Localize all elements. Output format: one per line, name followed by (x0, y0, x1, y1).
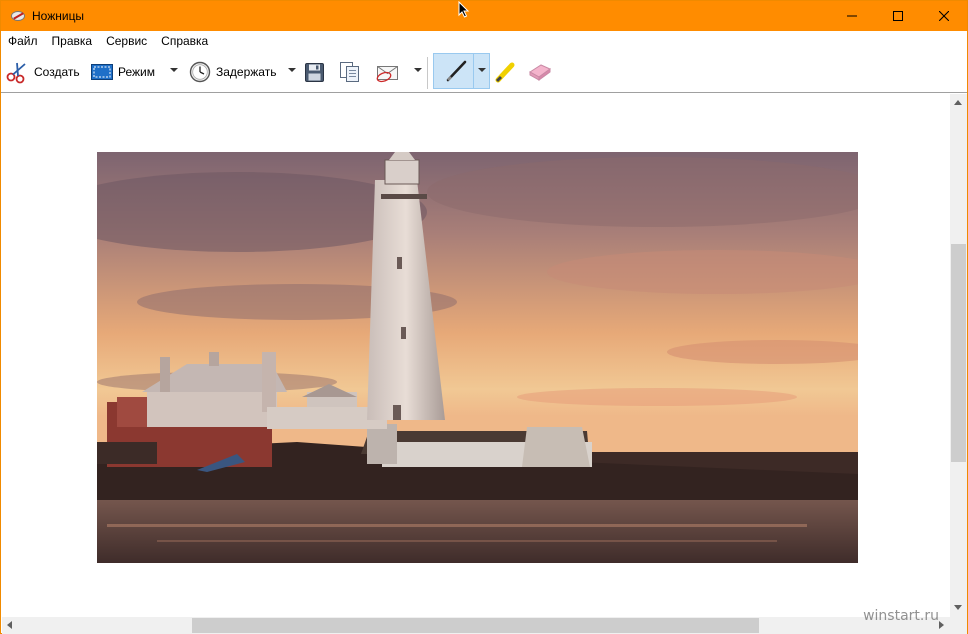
watermark: winstart.ru (863, 608, 939, 624)
horizontal-scroll-thumb[interactable] (192, 618, 759, 633)
close-button[interactable] (921, 1, 967, 31)
delay-label: Задержать (216, 65, 277, 79)
menu-tools[interactable]: Сервис (99, 31, 154, 51)
canvas-area[interactable] (2, 94, 950, 617)
scroll-right-arrow[interactable] (939, 621, 944, 629)
scrollbar-corner (950, 617, 967, 634)
maximize-button[interactable] (875, 1, 921, 31)
mode-dropdown-arrow[interactable] (170, 68, 178, 72)
mode-label: Режим (118, 65, 155, 79)
create-label: Создать (34, 65, 80, 79)
menu-help[interactable]: Справка (154, 31, 215, 51)
horizontal-scrollbar[interactable] (2, 617, 950, 634)
floppy-disk-icon (305, 62, 324, 82)
copy-button[interactable] (339, 57, 361, 87)
envelope-icon (376, 66, 398, 83)
create-button[interactable]: Создать (5, 57, 80, 87)
minimize-button[interactable] (829, 1, 875, 31)
eraser-button[interactable] (527, 57, 553, 87)
scroll-left-arrow[interactable] (7, 621, 12, 629)
maximize-icon (893, 11, 903, 21)
vertical-scrollbar[interactable] (950, 94, 967, 617)
lighthouse-at-sunset-photo (97, 152, 858, 563)
pen-dropdown-arrow[interactable] (478, 68, 486, 72)
snipping-tool-window: Ножницы Файл Правка Сервис Справка Созда… (0, 0, 968, 634)
vertical-scroll-thumb[interactable] (951, 244, 966, 462)
delay-dropdown-arrow[interactable] (288, 68, 296, 72)
toolbar-separator (427, 57, 428, 89)
highlighter-icon (495, 62, 515, 83)
menu-file[interactable]: Файл (1, 31, 45, 51)
rectangle-mode-icon (91, 64, 113, 80)
close-icon (939, 11, 949, 21)
pen-icon (446, 60, 467, 82)
scissors-icon (10, 8, 26, 24)
mouse-cursor-icon (458, 1, 470, 18)
pen-split-divider (473, 54, 474, 88)
send-dropdown-arrow[interactable] (414, 68, 422, 72)
copy-icon (340, 62, 359, 82)
mode-button[interactable]: Режим (91, 57, 155, 87)
menu-bar: Файл Правка Сервис Справка (1, 31, 967, 51)
highlighter-button[interactable] (493, 57, 517, 87)
title-bar[interactable]: Ножницы (1, 1, 967, 31)
menu-edit[interactable]: Правка (45, 31, 100, 51)
send-button[interactable] (375, 57, 401, 87)
scroll-down-arrow[interactable] (954, 605, 962, 610)
minimize-icon (847, 15, 857, 17)
save-button[interactable] (305, 57, 324, 87)
delay-button[interactable]: Задержать (189, 57, 276, 87)
scissors-icon (6, 62, 26, 84)
window-title: Ножницы (32, 9, 85, 23)
toolbar: Создать Режим Задержать (1, 51, 967, 93)
eraser-icon (529, 64, 551, 81)
scroll-up-arrow[interactable] (954, 100, 962, 105)
clock-icon (189, 61, 211, 83)
